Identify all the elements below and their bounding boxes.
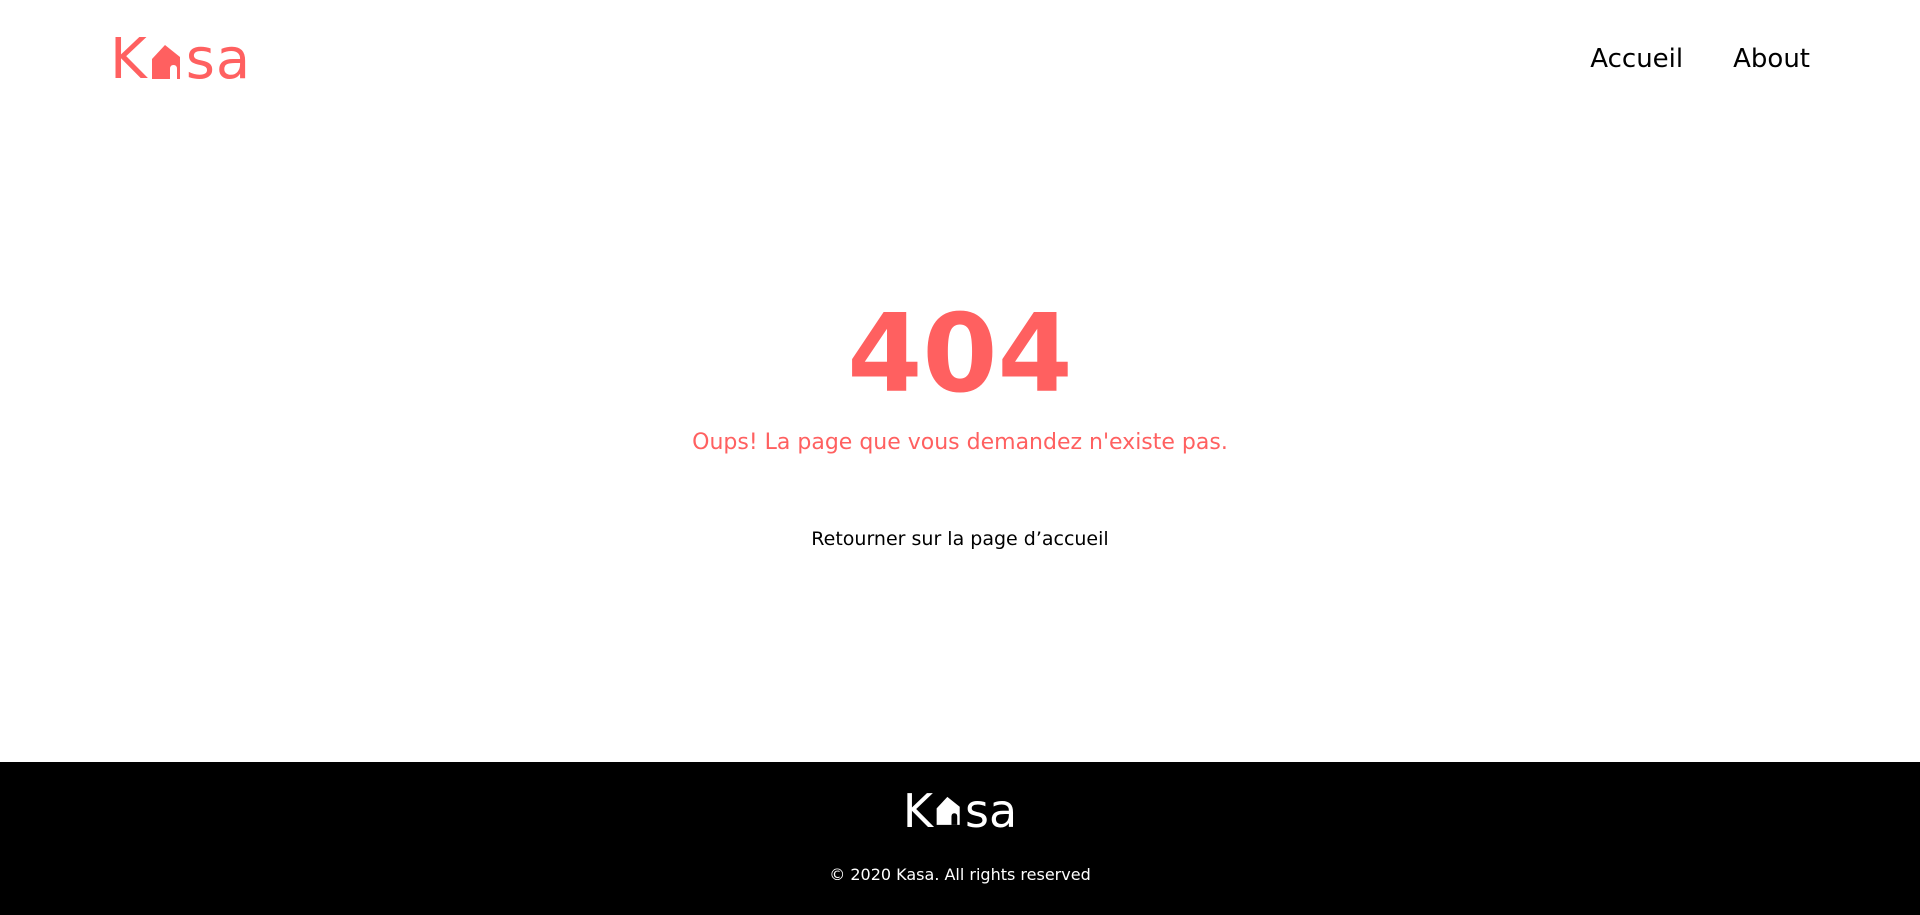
footer: K sa © 2020 Kasa. All rights reserved <box>0 762 1920 915</box>
error-code: 404 <box>847 292 1073 417</box>
house-icon <box>935 793 963 832</box>
house-icon <box>150 41 184 86</box>
footer-logo-letter-k: K <box>902 784 933 838</box>
nav-link-accueil[interactable]: Accueil <box>1590 44 1683 74</box>
logo-letter-k: K <box>110 27 148 92</box>
nav-link-about[interactable]: About <box>1733 44 1810 74</box>
footer-logo: K sa <box>0 784 1920 838</box>
logo-link[interactable]: K sa <box>110 27 252 92</box>
footer-logo-letters-sa: sa <box>965 784 1018 838</box>
error-content: 404 Oups! La page que vous demandez n'ex… <box>0 130 1920 762</box>
logo-letters-sa: sa <box>185 27 252 92</box>
back-link-container: Retourner sur la page d’accueil <box>0 528 1920 550</box>
page: K sa Accueil About 404 Oups! La page que… <box>0 0 1920 915</box>
copyright-text: © 2020 Kasa. All rights reserved <box>829 865 1091 884</box>
main-nav: Accueil About <box>1590 44 1810 74</box>
header: K sa Accueil About <box>0 0 1920 130</box>
error-message: Oups! La page que vous demandez n'existe… <box>692 430 1228 455</box>
back-to-home-link[interactable]: Retourner sur la page d’accueil <box>811 528 1108 550</box>
